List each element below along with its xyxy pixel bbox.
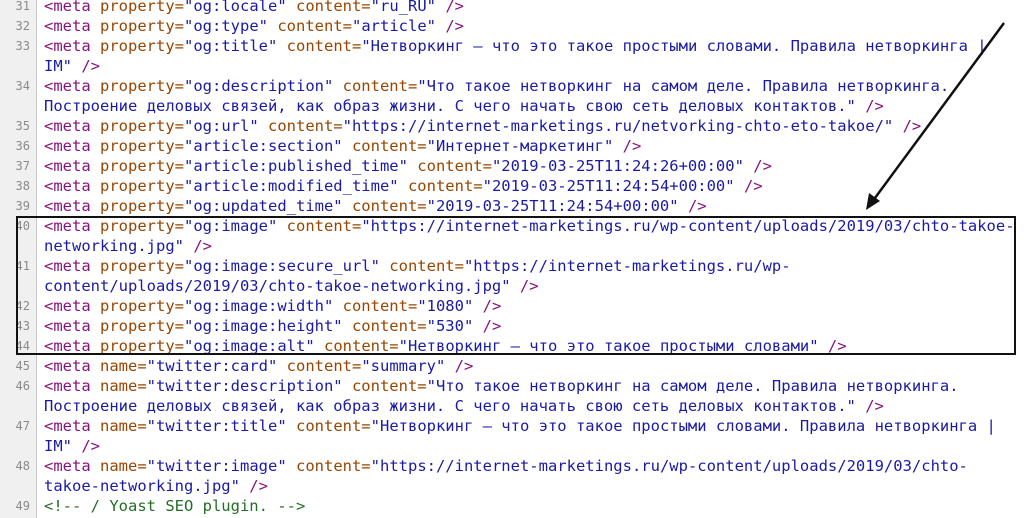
annotation-arrow-icon — [866, 22, 1006, 210]
